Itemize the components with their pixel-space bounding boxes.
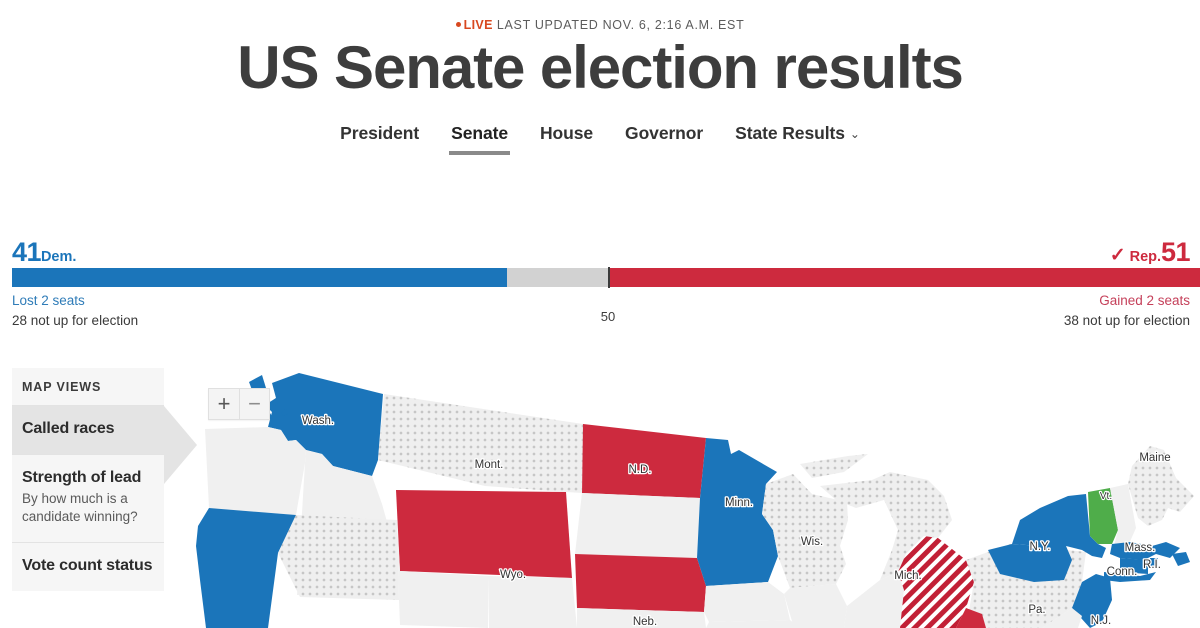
svg-text:Maine: Maine bbox=[1139, 452, 1170, 464]
svg-text:Wash.: Wash. bbox=[302, 415, 334, 427]
rep-bar-segment bbox=[608, 268, 1200, 287]
election-results-page: LIVE LAST UPDATED NOV. 6, 2:16 A.M. EST U… bbox=[0, 0, 1200, 628]
svg-text:N.J.: N.J. bbox=[1091, 615, 1111, 627]
live-label: LIVE bbox=[463, 18, 493, 32]
zoom-in-button[interactable]: + bbox=[209, 389, 239, 419]
state-nebraska bbox=[575, 554, 706, 612]
map-views-heading: MAP VIEWS bbox=[12, 368, 164, 405]
nav-item-state-results[interactable]: State Results ⌄ bbox=[735, 123, 860, 155]
nav-label-governor: Governor bbox=[625, 122, 704, 143]
zoom-out-button[interactable]: − bbox=[239, 389, 269, 419]
map-view-title-called-races: Called races bbox=[22, 420, 115, 437]
majority-tick-marker bbox=[608, 267, 610, 288]
map-view-title-strength-of-lead: Strength of lead bbox=[22, 469, 142, 486]
nav-item-governor[interactable]: Governor bbox=[625, 123, 703, 155]
map-view-subtitle-strength-of-lead: By how much is a candidate winning? bbox=[22, 491, 138, 524]
state-iowa bbox=[704, 582, 790, 622]
state-north-dakota bbox=[582, 424, 706, 498]
state-california bbox=[196, 508, 296, 628]
live-dot-icon bbox=[455, 22, 461, 27]
dem-party-label: Dem. bbox=[40, 249, 77, 265]
live-badge: LIVE bbox=[455, 18, 493, 32]
map-zoom-controls[interactable]: + − bbox=[208, 388, 270, 420]
state-colorado bbox=[489, 576, 577, 628]
map-view-strength-of-lead[interactable]: Strength of lead By how much is a candid… bbox=[12, 454, 164, 542]
rep-footnotes: Gained 2 seats 38 not up for election bbox=[1064, 291, 1190, 330]
map-section: Wash. Mont. N.D. Minn. Wis. Wyo. Neb. Mi… bbox=[0, 368, 1200, 628]
nav-item-senate[interactable]: Senate bbox=[449, 122, 510, 155]
svg-text:Wyo.: Wyo. bbox=[500, 569, 526, 581]
seat-count-labels: 41Dem. ✓ Rep.51 bbox=[8, 237, 1192, 268]
state-nevada bbox=[278, 515, 399, 600]
dem-not-up-for-election: 28 not up for election bbox=[12, 312, 139, 328]
rep-party-label: Rep. bbox=[1129, 249, 1162, 265]
rep-seat-change: Gained 2 seats bbox=[1099, 293, 1190, 308]
svg-text:Mass.: Mass. bbox=[1125, 542, 1156, 554]
svg-text:Pa.: Pa. bbox=[1028, 604, 1045, 616]
live-status-row: LIVE LAST UPDATED NOV. 6, 2:16 A.M. EST bbox=[0, 0, 1200, 32]
chevron-down-icon: ⌄ bbox=[849, 126, 860, 141]
rep-not-up-for-election: 38 not up for election bbox=[1063, 312, 1190, 328]
map-views-sidebar: MAP VIEWS Called races Strength of lead … bbox=[12, 368, 197, 591]
dem-bar-segment bbox=[12, 268, 507, 287]
nav-label-state-results: State Results bbox=[735, 122, 845, 143]
svg-text:Mich.: Mich. bbox=[894, 570, 921, 582]
nav-item-house[interactable]: House bbox=[540, 123, 593, 155]
map-view-called-races[interactable]: Called races bbox=[12, 405, 197, 484]
nav-item-president[interactable]: President bbox=[340, 123, 419, 155]
state-wyoming bbox=[396, 490, 572, 578]
rep-seat-number: 51 bbox=[1161, 237, 1190, 267]
dem-footnotes: Lost 2 seats 28 not up for election bbox=[12, 291, 138, 330]
dem-seat-count: 41Dem. bbox=[12, 237, 76, 268]
svg-text:Wis.: Wis. bbox=[801, 536, 823, 548]
senate-seat-bar-section: 41Dem. ✓ Rep.51 50 Lost 2 seats 28 not up… bbox=[0, 237, 1200, 333]
seat-bar-footnotes: Lost 2 seats 28 not up for election Gain… bbox=[8, 291, 1192, 333]
cape-cod bbox=[1172, 552, 1190, 566]
rep-seat-count: ✓ Rep.51 bbox=[1109, 237, 1191, 268]
svg-text:Conn.: Conn. bbox=[1107, 566, 1138, 578]
dem-seat-change: Lost 2 seats bbox=[12, 293, 85, 308]
svg-text:N.D.: N.D. bbox=[629, 464, 652, 476]
svg-text:Minn.: Minn. bbox=[725, 497, 753, 509]
seat-progress-bar bbox=[12, 267, 1200, 288]
state-montana bbox=[378, 394, 583, 493]
map-view-vote-count-status[interactable]: Vote count status bbox=[12, 541, 164, 591]
map-view-title-vote-count-status: Vote count status bbox=[22, 556, 153, 574]
dem-seat-number: 41 bbox=[12, 237, 41, 267]
svg-text:R.I.: R.I. bbox=[1143, 559, 1161, 571]
svg-text:Neb.: Neb. bbox=[633, 616, 657, 628]
nav-label-president: President bbox=[340, 122, 420, 143]
nav-label-senate: Senate bbox=[451, 122, 508, 143]
nav-label-house: House bbox=[540, 122, 594, 143]
last-updated-text: LAST UPDATED NOV. 6, 2:16 A.M. EST bbox=[496, 18, 745, 32]
svg-text:Mont.: Mont. bbox=[475, 459, 504, 471]
check-icon: ✓ bbox=[1109, 245, 1126, 266]
main-nav: President Senate House Governor State Result… bbox=[0, 123, 1200, 155]
state-south-dakota bbox=[575, 493, 700, 558]
svg-text:N.Y.: N.Y. bbox=[1030, 541, 1051, 553]
svg-text:Vt.: Vt. bbox=[1100, 491, 1112, 502]
page-title: US Senate election results bbox=[237, 34, 964, 101]
state-illinois bbox=[784, 584, 847, 628]
